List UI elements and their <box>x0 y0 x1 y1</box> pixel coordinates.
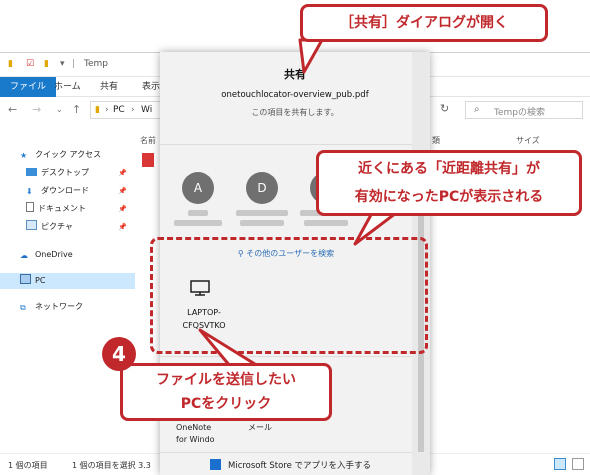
up-arrow-icon[interactable]: ↑ <box>72 103 81 116</box>
desktop-folder-icon <box>26 168 37 176</box>
contact-name-blurred <box>236 210 288 216</box>
pdf-file-icon[interactable] <box>142 153 154 167</box>
nav-label: PC <box>35 276 46 285</box>
callout-nearby-pc: 近くにある「近距離共有」が 有効になったPCが表示される <box>316 150 582 216</box>
new-folder-icon[interactable]: ▮ <box>44 59 49 69</box>
callout-dialog-opens: ［共有］ダイアログが開く <box>300 4 548 42</box>
callout-nearby-line2: 有効になったPCが表示される <box>354 189 544 205</box>
nav-item-network[interactable]: ⧉ ネットワーク <box>20 299 83 315</box>
callout-click-pc: ファイルを送信したい PCをクリック <box>120 363 332 421</box>
column-header-name[interactable]: 名前 <box>140 135 156 146</box>
callout-click-line1: ファイルを送信したい <box>156 372 296 388</box>
share-title: 共有 <box>284 68 306 81</box>
details-view-icon[interactable] <box>554 458 566 470</box>
app-onenote-line2: for Windo <box>176 435 215 444</box>
forward-arrow-icon[interactable]: → <box>32 103 41 116</box>
app-onenote-line1: OneNote <box>176 423 212 432</box>
app-onenote[interactable]: OneNote for Windo <box>176 422 215 446</box>
tab-home[interactable]: ホーム <box>46 77 89 97</box>
network-icon: ⧉ <box>20 303 26 312</box>
navigation-pane: ★ クイック アクセス デスクトップ 📌 ⬇ ダウンロード 📌 ドキュメント 📌 ピクチャ… <box>0 123 135 453</box>
divider <box>160 144 412 145</box>
pin-icon: 📌 <box>118 169 127 177</box>
step-number-badge: 4 <box>102 337 136 371</box>
store-link[interactable]: Microsoft Store でアプリを入手する <box>160 454 412 475</box>
path-folder-icon: ▮ <box>95 105 100 115</box>
nav-item-downloads[interactable]: ⬇ ダウンロード 📌 <box>26 183 127 199</box>
pin-icon: 📌 <box>118 223 127 231</box>
contact-avatar[interactable]: D <box>246 172 278 204</box>
store-link-label: Microsoft Store でアプリを入手する <box>228 461 372 471</box>
nav-label: ドキュメント <box>38 204 86 213</box>
contact-avatar[interactable]: A <box>182 172 214 204</box>
search-icon: ⌕ <box>474 104 480 115</box>
contact-name-blurred <box>304 220 348 226</box>
nav-label: ピクチャ <box>41 222 73 231</box>
divider <box>160 452 412 453</box>
refresh-icon[interactable]: ↻ <box>440 102 449 115</box>
title-separator: | <box>72 59 76 69</box>
nav-item-pc[interactable]: PC <box>0 273 135 289</box>
pin-icon: 📌 <box>118 187 127 195</box>
item-count: 1 個の項目 <box>8 461 48 470</box>
path-root[interactable]: PC <box>113 105 125 115</box>
download-icon: ⬇ <box>26 187 33 196</box>
highlight-nearby-share-box <box>150 237 428 354</box>
nav-label: デスクトップ <box>41 168 89 177</box>
window-title: Temp <box>84 59 108 69</box>
document-icon <box>26 202 34 212</box>
star-icon: ★ <box>20 151 28 160</box>
share-filename: onetouchlocator-overview_pub.pdf <box>221 90 369 100</box>
qat-dropdown-icon[interactable]: ▾ <box>60 59 65 69</box>
pin-icon: 📌 <box>118 205 127 213</box>
search-placeholder: Tempの検索 <box>494 108 545 118</box>
pc-icon <box>20 274 31 284</box>
nav-label: クイック アクセス <box>35 150 102 159</box>
nav-item-quick-access[interactable]: ★ クイック アクセス <box>20 147 101 163</box>
column-header-type[interactable]: 類 <box>432 135 440 146</box>
nav-label: ダウンロード <box>41 186 89 195</box>
nav-item-desktop[interactable]: デスクトップ 📌 <box>26 165 127 181</box>
column-header-size[interactable]: サイズ <box>516 135 540 146</box>
contact-name-blurred <box>240 220 284 226</box>
nav-label: OneDrive <box>35 250 73 259</box>
path-chevron-icon: › <box>131 105 135 115</box>
callout-nearby-line1: 近くにある「近距離共有」が <box>358 161 540 177</box>
contact-name-blurred <box>188 210 208 216</box>
nav-item-pictures[interactable]: ピクチャ 📌 <box>26 219 127 235</box>
nav-item-onedrive[interactable]: ☁ OneDrive <box>20 247 73 263</box>
path-chevron-icon: › <box>105 105 109 115</box>
folder-icon: ▮ <box>8 59 13 69</box>
microsoft-store-icon <box>210 459 221 470</box>
search-input[interactable]: ⌕ Tempの検索 <box>465 101 583 119</box>
cloud-icon: ☁ <box>20 251 28 260</box>
large-icons-view-icon[interactable] <box>572 458 584 470</box>
properties-icon[interactable]: ☑ <box>26 59 34 69</box>
share-subtitle: この項目を共有します。 <box>251 108 339 117</box>
app-mail[interactable]: メール <box>248 422 272 434</box>
tab-share[interactable]: 共有 <box>92 77 126 97</box>
nav-item-documents[interactable]: ドキュメント 📌 <box>26 201 127 217</box>
selection-info: 1 個の項目を選択 3.3 <box>72 461 151 470</box>
callout-click-line2: PCをクリック <box>180 396 272 412</box>
picture-icon <box>26 220 37 230</box>
nav-label: ネットワーク <box>35 302 83 311</box>
path-segment[interactable]: Wi <box>141 105 152 115</box>
address-path[interactable]: ▮ › PC › Wi <box>90 101 170 119</box>
recent-dropdown-icon[interactable]: ⌄ <box>56 105 63 114</box>
contact-name-blurred <box>174 220 222 226</box>
back-arrow-icon[interactable]: ← <box>8 103 17 116</box>
divider <box>160 356 412 357</box>
